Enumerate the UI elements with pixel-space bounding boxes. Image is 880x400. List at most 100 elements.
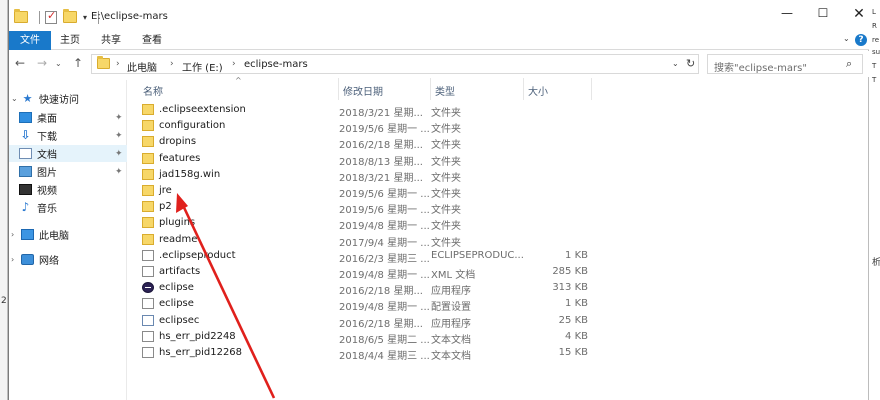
file-type: 文件夹 [431,140,461,152]
file-row[interactable]: artifacts 2019/4/8 星期一 ... XML 文档 285 KB [142,264,592,281]
file-row[interactable]: eclipsec 2016/2/18 星期... 应用程序 25 KB [142,313,592,330]
file-row[interactable]: hs_err_pid2248 2018/6/5 星期二 ... 文本文档 4 KB [142,329,592,346]
column-divider[interactable] [523,78,524,100]
file-size: 1 KB [565,249,588,261]
expand-ribbon-chevron-icon[interactable]: ⌄ [843,34,850,43]
nav-item-videos[interactable]: 视频 [9,181,127,198]
star-icon: ★ [22,92,33,105]
text-file-icon [142,347,154,358]
sort-ascending-icon: ^ [235,76,242,85]
xml-file-icon [142,266,154,277]
breadcrumb-separator-icon[interactable]: › [170,59,174,69]
file-row[interactable]: eclipse 2019/4/8 星期一 ... 配置设置 1 KB [142,296,592,314]
file-row[interactable]: jre 2019/5/6 星期一 ... 文件夹 [142,183,592,200]
help-icon[interactable]: ? [855,34,867,46]
breadcrumb-drive-e[interactable]: 工作 (E:) [182,59,223,74]
network-icon [21,254,34,265]
file-row[interactable]: configuration 2019/5/6 星期一 ... 文件夹 [142,118,592,135]
breadcrumb-separator-icon[interactable]: › [116,59,120,69]
nav-item-this-pc[interactable]: › 此电脑 [9,226,127,243]
file-row[interactable]: readme 2017/9/4 星期一 ... 文件夹 [142,232,592,249]
nav-item-quick-access[interactable]: ⌄ ★ 快速访问 [9,90,127,107]
file-date: 2019/5/6 星期一 ... [339,205,430,217]
folder-icon [97,56,110,69]
file-name: dropins [159,136,197,148]
minimize-button[interactable]: — [769,6,805,26]
search-input[interactable]: 搜索"eclipse-mars" ⌕ [707,54,863,74]
file-date: 2019/4/8 星期一 ... [339,302,430,314]
breadcrumb-eclipse-mars[interactable]: eclipse-mars [244,59,308,70]
file-date: 2016/2/18 星期... [339,140,423,152]
tab-view[interactable]: 查看 [138,31,166,50]
nav-item-documents[interactable]: 文档 ✦ [9,145,127,162]
close-button[interactable]: ✕ [841,6,877,26]
column-divider[interactable] [430,78,431,100]
tab-share[interactable]: 共享 [97,31,125,50]
file-row[interactable]: plugins 2019/4/8 星期一 ... 文件夹 [142,215,592,232]
file-row[interactable]: hs_err_pid12268 2018/4/4 星期三 ... 文本文档 15 KB [142,345,592,362]
address-bar[interactable]: › 此电脑 › 工作 (E:) › eclipse-mars ⌄ ↻ [91,54,699,74]
file-row[interactable]: jad158g.win 2018/3/21 星期... 文件夹 [142,167,592,184]
expand-chevron-icon[interactable]: ⌄ [11,94,21,103]
computer-icon [21,229,34,240]
text-file-icon [142,330,154,342]
maximize-button[interactable]: ☐ [805,6,841,26]
expand-chevron-icon[interactable]: › [11,230,21,239]
search-icon[interactable]: ⌕ [846,57,852,71]
picture-icon [19,166,32,177]
toolbar-divider [39,10,40,24]
breadcrumb-this-pc[interactable]: 此电脑 [127,59,157,74]
file-name: features [159,152,201,164]
properties-icon[interactable] [45,9,57,24]
file-type: 文件夹 [431,237,461,249]
refresh-icon[interactable]: ↻ [686,57,695,70]
new-folder-icon[interactable] [63,9,77,23]
file-size: 15 KB [558,347,588,358]
nav-item-desktop[interactable]: 桌面 ✦ [9,109,127,126]
customize-toolbar-caret-icon[interactable]: ▾ [83,13,87,22]
nav-item-pictures[interactable]: 图片 ✦ [9,163,127,180]
column-header-size[interactable]: 大小 [528,83,548,98]
file-name: p2 [159,201,172,213]
file-date: 2018/3/21 星期... [339,172,423,184]
nav-item-label: 图片 [37,168,57,179]
file-date: 2018/4/4 星期三 ... [339,351,430,362]
file-name: hs_err_pid12268 [159,347,243,358]
file-type: 文件夹 [431,156,461,168]
expand-chevron-icon[interactable]: › [11,255,21,264]
address-history-chevron-icon[interactable]: ⌄ [672,59,679,68]
column-header-type[interactable]: 类型 [435,83,455,98]
file-row[interactable]: dropins 2016/2/18 星期... 文件夹 [142,134,592,152]
file-date: 2019/5/6 星期一 ... [339,189,430,200]
file-type: 文件夹 [431,108,461,119]
nav-item-downloads[interactable]: ⇩ 下载 ✦ [9,127,127,144]
nav-item-label: 下载 [37,132,57,143]
file-type: 配置设置 [431,302,471,314]
up-arrow-icon[interactable]: ↑ [73,56,83,70]
file-row[interactable]: .eclipseextension 2018/3/21 星期... 文件夹 [142,102,592,119]
column-divider[interactable] [591,78,592,100]
tab-file[interactable]: 文件 [9,31,51,50]
recent-locations-chevron-icon[interactable]: ⌄ [55,59,62,68]
column-header-name[interactable]: 名称 [143,83,163,98]
file-type: 文件夹 [431,205,461,217]
file-type: 应用程序 [431,286,471,298]
nav-item-music[interactable]: ♪ 音乐 [9,199,127,216]
tab-home[interactable]: 主页 [56,31,84,50]
file-row[interactable]: eclipse 2016/2/18 星期... 应用程序 313 KB [142,280,592,298]
file-row[interactable]: .eclipseproduct 2016/2/3 星期三 ... ECLIPSEPR… [142,248,592,265]
file-type: 文件夹 [431,172,461,184]
forward-arrow-icon[interactable]: → [37,56,47,70]
file-row[interactable]: features 2018/8/13 星期... 文件夹 [142,151,592,168]
column-divider[interactable] [338,78,339,100]
back-arrow-icon[interactable]: ← [15,56,25,70]
file-type: 文本文档 [431,334,471,346]
column-header-date[interactable]: 修改日期 [343,83,383,98]
nav-item-network[interactable]: › 网络 [9,251,127,268]
file-size: 1 KB [565,298,588,310]
file-row[interactable]: p2 2019/5/6 星期一 ... 文件夹 [142,199,592,217]
background-window: L R re su T T 析 [868,0,880,400]
breadcrumb-separator-icon[interactable]: › [232,59,236,69]
download-icon: ⇩ [20,128,31,142]
nav-item-label: 网络 [39,256,59,267]
